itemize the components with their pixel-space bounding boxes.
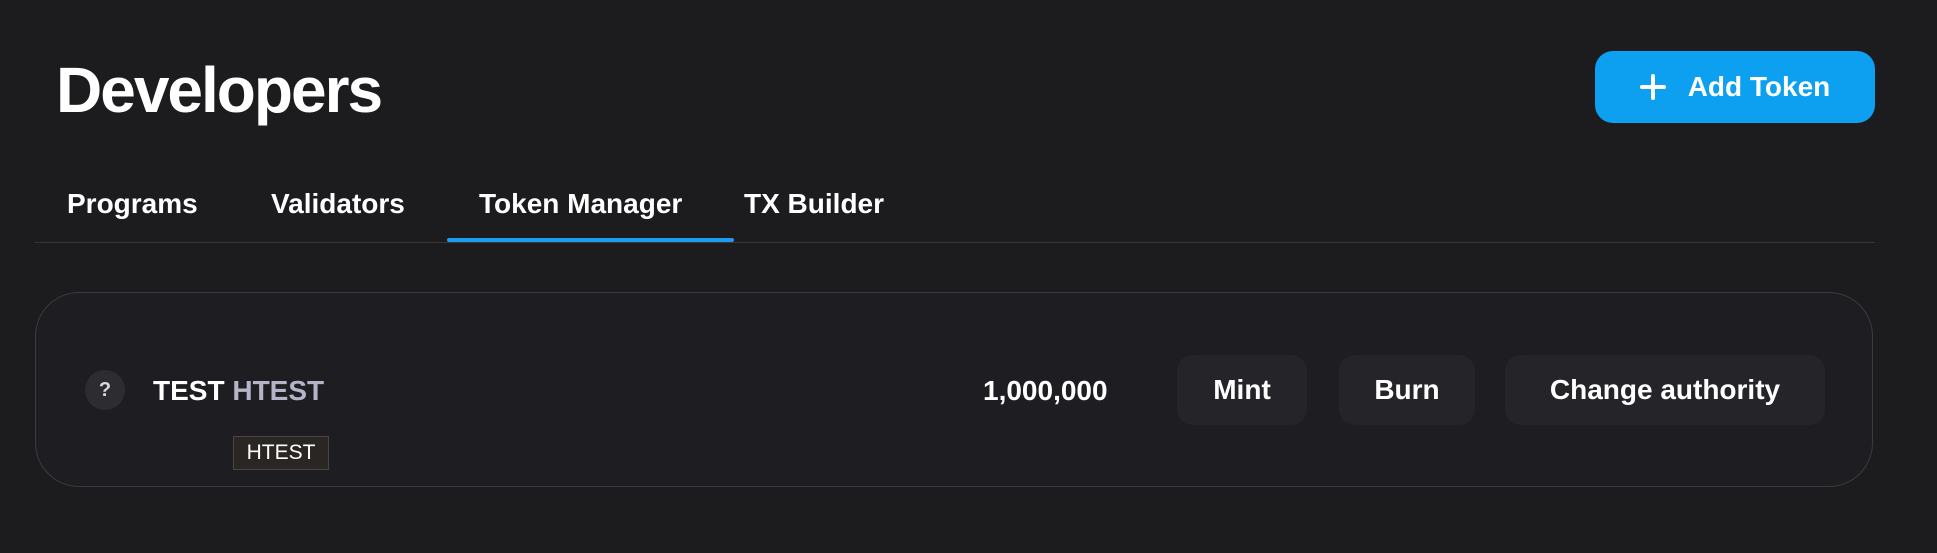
developers-page: Developers Add Token Programs Validators… <box>0 0 1937 553</box>
token-card: ? TEST HTEST HTEST 1,000,000 Mint Burn C… <box>35 292 1873 487</box>
token-name: TEST <box>153 375 225 406</box>
burn-button[interactable]: Burn <box>1339 355 1475 425</box>
token-symbol-tooltip: HTEST <box>233 436 329 470</box>
token-symbol[interactable]: HTEST <box>232 375 324 406</box>
active-tab-indicator <box>447 238 734 242</box>
page-title: Developers <box>56 54 383 126</box>
mint-button[interactable]: Mint <box>1177 355 1307 425</box>
token-supply: 1,000,000 <box>983 375 1108 406</box>
plus-icon <box>1639 74 1666 100</box>
tab-programs[interactable]: Programs <box>67 184 198 224</box>
tab-tx-builder[interactable]: TX Builder <box>744 184 884 224</box>
tab-token-manager[interactable]: Token Manager <box>479 184 682 224</box>
tab-validators[interactable]: Validators <box>271 184 405 224</box>
tab-bar: Programs Validators Token Manager TX Bui… <box>35 170 1875 243</box>
question-icon: ? <box>85 370 125 410</box>
add-token-label: Add Token <box>1687 71 1831 102</box>
change-authority-button[interactable]: Change authority <box>1505 355 1825 425</box>
token-title: TEST HTEST <box>153 371 324 411</box>
add-token-button[interactable]: Add Token <box>1595 51 1875 123</box>
